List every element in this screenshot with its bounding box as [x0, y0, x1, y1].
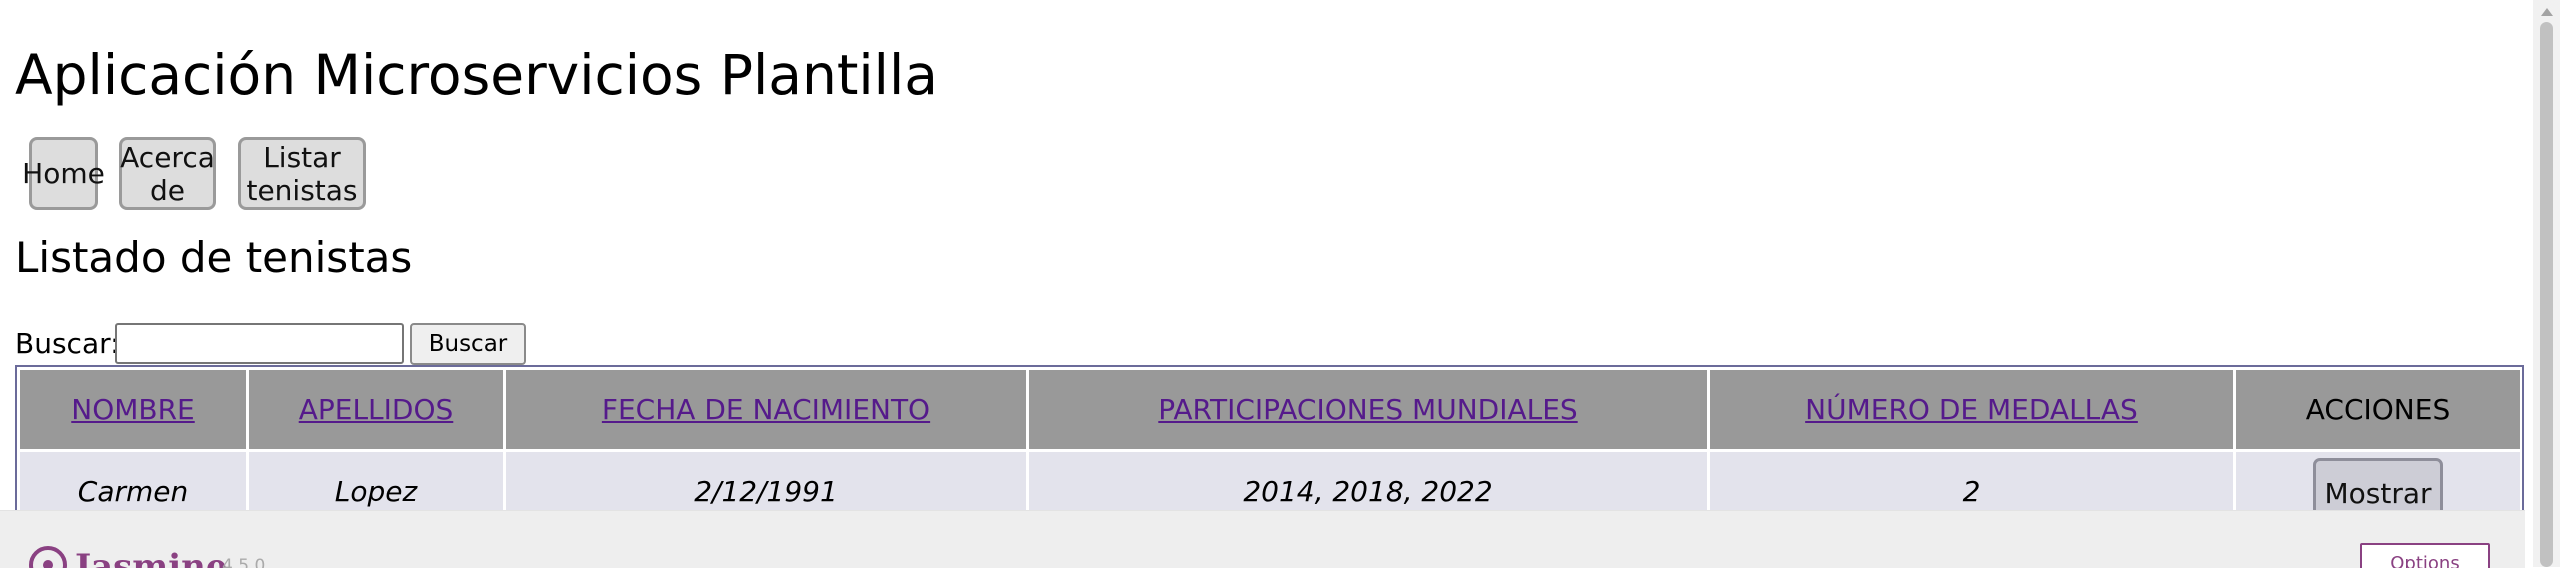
scroll-up-arrow-icon[interactable] — [2541, 8, 2553, 16]
sort-medallas-link[interactable]: NÚMERO DE MEDALLAS — [1805, 393, 2138, 426]
jasmine-reporter-bar: Jasmine 4.5.0 Options — [0, 510, 2525, 568]
table-row: Carmen Lopez 2/12/1991 2014, 2018, 2022 … — [20, 452, 2520, 510]
jasmine-version: 4.5.0 — [222, 556, 266, 568]
search-button[interactable]: Buscar — [410, 323, 526, 365]
column-header-medallas[interactable]: NÚMERO DE MEDALLAS — [1710, 370, 2233, 449]
cell-apellidos: Lopez — [249, 452, 503, 510]
cell-acciones: Mostrar — [2236, 452, 2520, 510]
column-header-fecha[interactable]: FECHA DE NACIMIENTO — [506, 370, 1026, 449]
scrollbar-thumb[interactable] — [2540, 22, 2553, 567]
vertical-scrollbar[interactable] — [2533, 0, 2560, 567]
jasmine-logo-text: Jasmine — [75, 547, 228, 568]
cell-participaciones: 2014, 2018, 2022 — [1029, 452, 1707, 510]
sort-fecha-link[interactable]: FECHA DE NACIMIENTO — [602, 393, 930, 426]
tenistas-table-container: NOMBRE APELLIDOS FECHA DE NACIMIENTO PAR… — [15, 365, 2524, 510]
column-header-acciones: ACCIONES — [2236, 370, 2520, 449]
column-header-participaciones[interactable]: PARTICIPACIONES MUNDIALES — [1029, 370, 1707, 449]
tenistas-table: NOMBRE APELLIDOS FECHA DE NACIMIENTO PAR… — [17, 367, 2522, 510]
sort-nombre-link[interactable]: NOMBRE — [71, 393, 195, 426]
nav-about-button[interactable]: Acerca de — [119, 137, 216, 210]
cell-fecha: 2/12/1991 — [506, 452, 1026, 510]
column-header-nombre[interactable]: NOMBRE — [20, 370, 246, 449]
cell-nombre: Carmen — [20, 452, 246, 510]
sort-participaciones-link[interactable]: PARTICIPACIONES MUNDIALES — [1158, 393, 1577, 426]
app-title: Aplicación Microservicios Plantilla — [15, 43, 938, 107]
cell-medallas: 2 — [1710, 452, 2233, 510]
nav-list-tenistas-button[interactable]: Listar tenistas — [238, 137, 366, 210]
page: Aplicación Microservicios Plantilla Home… — [0, 0, 2533, 510]
options-button[interactable]: Options — [2360, 543, 2490, 568]
search-input[interactable] — [115, 323, 404, 364]
search-label: Buscar: — [15, 327, 120, 360]
sort-apellidos-link[interactable]: APELLIDOS — [299, 393, 454, 426]
jasmine-flower-icon — [29, 546, 67, 568]
table-header-row: NOMBRE APELLIDOS FECHA DE NACIMIENTO PAR… — [20, 370, 2520, 449]
nav-home-button[interactable]: Home — [22, 137, 105, 210]
mostrar-button[interactable]: Mostrar — [2313, 458, 2443, 510]
column-header-apellidos[interactable]: APELLIDOS — [249, 370, 503, 449]
section-title: Listado de tenistas — [15, 233, 413, 282]
